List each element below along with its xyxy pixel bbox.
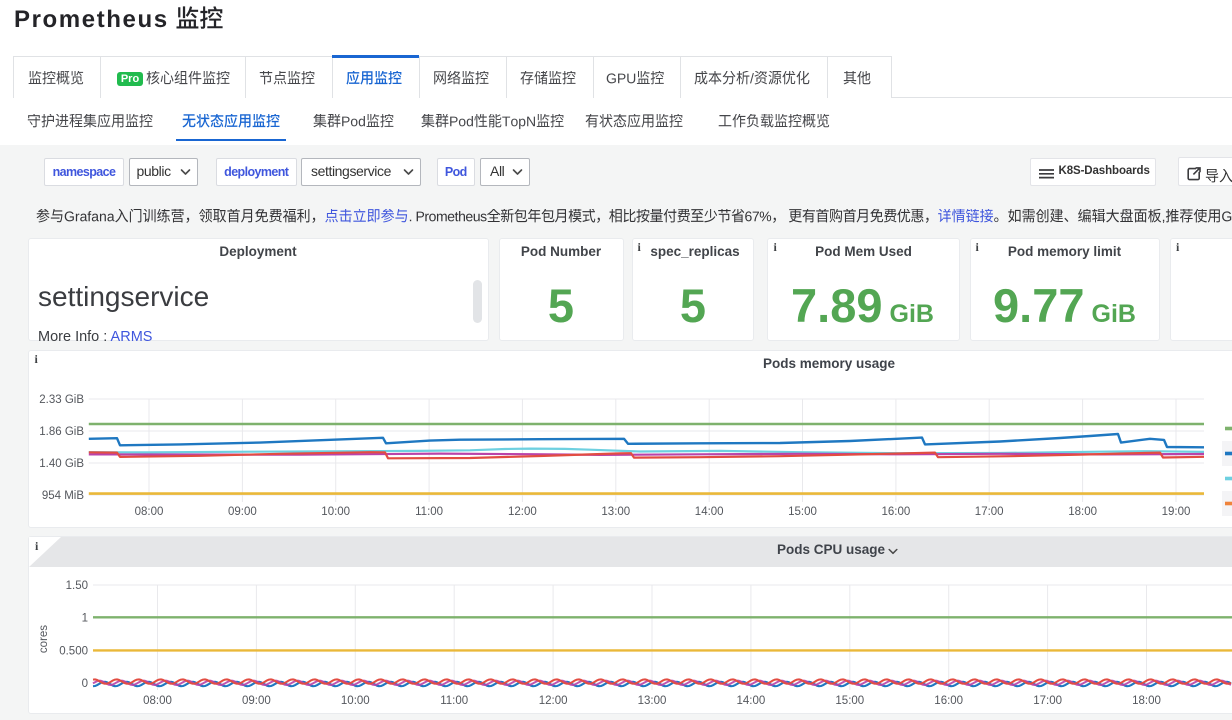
svg-text:09:00: 09:00 <box>242 695 271 707</box>
svg-text:1: 1 <box>82 613 88 625</box>
svg-text:18:00: 18:00 <box>1132 695 1161 707</box>
svg-text:16:00: 16:00 <box>934 695 963 707</box>
svg-text:17:00: 17:00 <box>1033 695 1062 707</box>
svg-text:12:00: 12:00 <box>539 695 568 707</box>
svg-text:0: 0 <box>82 678 88 690</box>
svg-text:13:00: 13:00 <box>638 695 667 707</box>
svg-text:cores: cores <box>38 625 50 653</box>
svg-text:08:00: 08:00 <box>143 695 172 707</box>
svg-text:11:00: 11:00 <box>440 695 468 707</box>
svg-text:15:00: 15:00 <box>835 695 864 707</box>
svg-text:1.50: 1.50 <box>66 580 88 592</box>
svg-text:0.500: 0.500 <box>59 646 88 658</box>
svg-text:14:00: 14:00 <box>737 695 766 707</box>
svg-text:10:00: 10:00 <box>341 695 370 707</box>
